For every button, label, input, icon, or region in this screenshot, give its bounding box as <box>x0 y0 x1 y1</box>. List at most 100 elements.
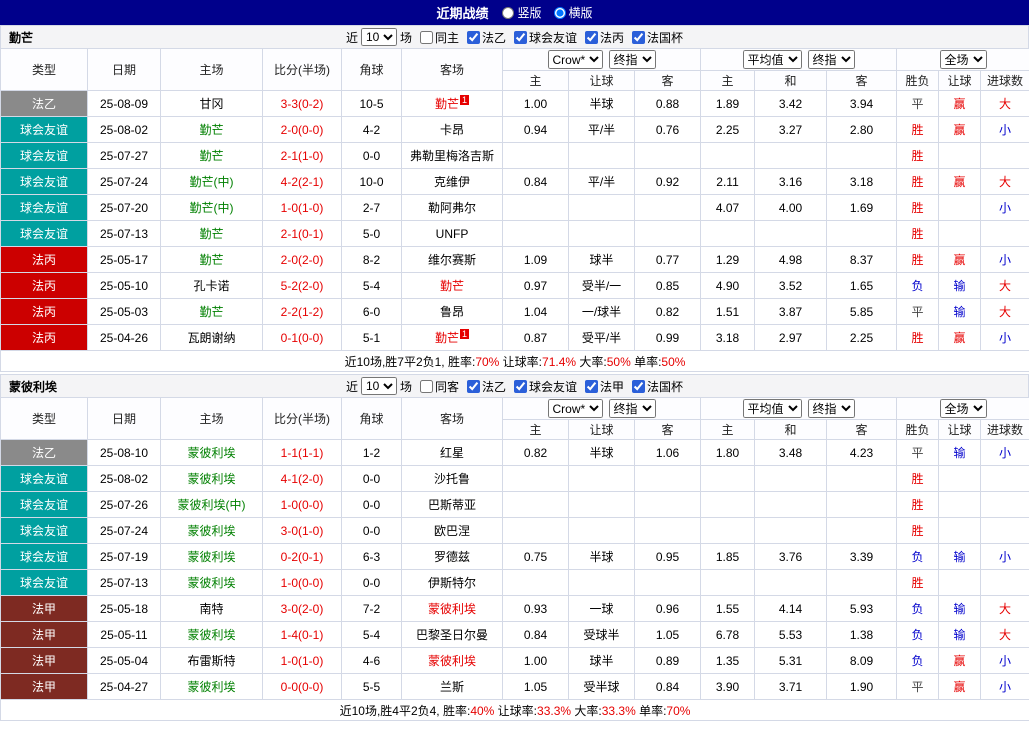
league-checkbox[interactable] <box>466 30 480 44</box>
away-team[interactable]: 弗勒里梅洛吉斯 <box>401 142 503 169</box>
vertical-layout-radio[interactable] <box>502 6 515 19</box>
league-checkbox[interactable] <box>514 30 527 44</box>
away-team[interactable]: 蒙彼利埃 <box>401 647 503 674</box>
match-score[interactable]: 1-0(1-0) <box>262 647 342 674</box>
league-checkbox[interactable] <box>585 30 599 44</box>
league-checkbox[interactable] <box>632 379 646 393</box>
match-score[interactable]: 0-1(0-0) <box>262 324 342 351</box>
away-team[interactable]: 欧巴涅 <box>401 517 503 544</box>
away-team[interactable]: 罗德兹 <box>401 543 503 570</box>
euro-away-odds: 1.69 <box>826 194 898 221</box>
match-score[interactable]: 4-2(2-1) <box>262 168 342 195</box>
horizontal-layout-radio[interactable] <box>553 6 566 19</box>
away-team[interactable]: 蒙彼利埃 <box>401 595 503 622</box>
league-checkbox[interactable] <box>514 379 527 393</box>
home-team[interactable]: 勤芒 <box>160 246 263 273</box>
asia-odds-source-select[interactable]: Crow* <box>547 50 603 69</box>
home-team[interactable]: 蒙彼利埃 <box>160 439 263 466</box>
league-checkbox[interactable] <box>585 379 599 393</box>
same-venue-checkbox[interactable] <box>419 30 433 44</box>
asia-odds-source-select[interactable]: Crow* <box>547 399 603 418</box>
corner-score: 0-0 <box>341 142 402 169</box>
match-score[interactable]: 2-1(0-1) <box>262 220 342 247</box>
euro-odds-time-select[interactable]: 终指 <box>807 50 855 69</box>
same-venue-filter[interactable]: 同主 <box>419 29 459 46</box>
match-count-select[interactable]: 10 <box>360 28 397 46</box>
asia-odds-time-select[interactable]: 终指 <box>608 399 656 418</box>
away-team[interactable]: 勤芒 1 <box>401 324 503 351</box>
away-team[interactable]: 沙托鲁 <box>401 465 503 492</box>
home-team[interactable]: 蒙彼利埃 <box>160 621 263 648</box>
away-team[interactable]: 伊斯特尔 <box>401 569 503 596</box>
match-date: 25-07-26 <box>87 491 161 518</box>
match-score[interactable]: 5-2(2-0) <box>262 272 342 299</box>
same-venue-filter[interactable]: 同客 <box>419 378 459 395</box>
match-score[interactable]: 4-1(2-0) <box>262 465 342 492</box>
league-filter-3[interactable]: 法国杯 <box>632 378 683 395</box>
league-filter-0[interactable]: 法乙 <box>466 378 506 395</box>
home-team[interactable]: 勤芒 <box>160 298 263 325</box>
league-filter-0[interactable]: 法乙 <box>466 29 506 46</box>
asia-odds-time-select[interactable]: 终指 <box>608 50 656 69</box>
home-team[interactable]: 勤芒 <box>160 142 263 169</box>
layout-option-horizontal[interactable]: 横版 <box>553 4 593 21</box>
home-team[interactable]: 勤芒 <box>160 220 263 247</box>
same-venue-checkbox[interactable] <box>419 379 433 393</box>
home-team[interactable]: 孔卡诺 <box>160 272 263 299</box>
result-scope-select[interactable]: 全场 <box>939 399 987 418</box>
home-team[interactable]: 蒙彼利埃 <box>160 569 263 596</box>
home-team[interactable]: 布雷斯特 <box>160 647 263 674</box>
away-team[interactable]: 巴黎圣日尔曼 <box>401 621 503 648</box>
home-team[interactable]: 勤芒 <box>160 116 263 143</box>
away-team[interactable]: 维尔赛斯 <box>401 246 503 273</box>
home-team[interactable]: 蒙彼利埃 <box>160 543 263 570</box>
home-team[interactable]: 蒙彼利埃 <box>160 465 263 492</box>
away-team[interactable]: 勒阿弗尔 <box>401 194 503 221</box>
euro-odds-source-select[interactable]: 平均值 <box>742 50 802 69</box>
home-team[interactable]: 勤芒(中) <box>160 168 263 195</box>
home-team[interactable]: 南特 <box>160 595 263 622</box>
away-team[interactable]: 勤芒 <box>401 272 503 299</box>
euro-odds-time-select[interactable]: 终指 <box>807 399 855 418</box>
home-team[interactable]: 瓦朗谢纳 <box>160 324 263 351</box>
match-score[interactable]: 1-4(0-1) <box>262 621 342 648</box>
match-score[interactable]: 2-0(2-0) <box>262 246 342 273</box>
away-team[interactable]: UNFP <box>401 220 503 247</box>
match-score[interactable]: 3-0(1-0) <box>262 517 342 544</box>
away-team[interactable]: 卡昂 <box>401 116 503 143</box>
league-checkbox[interactable] <box>466 379 480 393</box>
away-team[interactable]: 勤芒 1 <box>401 90 503 117</box>
match-score[interactable]: 1-0(1-0) <box>262 194 342 221</box>
layout-option-vertical[interactable]: 竖版 <box>502 4 542 21</box>
league-filter-2[interactable]: 法甲 <box>585 378 624 395</box>
home-team[interactable]: 蒙彼利埃 <box>160 673 263 700</box>
away-team[interactable]: 兰斯 <box>401 673 503 700</box>
match-score[interactable]: 2-2(1-2) <box>262 298 342 325</box>
home-team[interactable]: 甘冈 <box>160 90 263 117</box>
match-score[interactable]: 2-1(1-0) <box>262 142 342 169</box>
match-count-select[interactable]: 10 <box>360 377 397 395</box>
result-scope-select[interactable]: 全场 <box>939 50 987 69</box>
away-team[interactable]: 克维伊 <box>401 168 503 195</box>
match-score[interactable]: 2-0(0-0) <box>262 116 342 143</box>
match-score[interactable]: 0-0(0-0) <box>262 673 342 700</box>
match-score[interactable]: 1-0(0-0) <box>262 569 342 596</box>
away-team[interactable]: 鲁昂 <box>401 298 503 325</box>
euro-odds-source-select[interactable]: 平均值 <box>742 399 802 418</box>
match-score[interactable]: 3-3(0-2) <box>262 90 342 117</box>
league-checkbox[interactable] <box>632 30 646 44</box>
match-score[interactable]: 0-2(0-1) <box>262 543 342 570</box>
match-score[interactable]: 1-1(1-1) <box>262 439 342 466</box>
league-filter-1[interactable]: 球会友谊 <box>514 378 577 395</box>
home-team[interactable]: 蒙彼利埃(中) <box>160 491 263 518</box>
league-filter-2[interactable]: 法丙 <box>585 29 624 46</box>
home-team[interactable]: 勤芒(中) <box>160 194 263 221</box>
match-score[interactable]: 1-0(0-0) <box>262 491 342 518</box>
away-team[interactable]: 巴斯蒂亚 <box>401 491 503 518</box>
league-filter-3[interactable]: 法国杯 <box>632 29 683 46</box>
match-score[interactable]: 3-0(2-0) <box>262 595 342 622</box>
home-team[interactable]: 蒙彼利埃 <box>160 517 263 544</box>
summary-segment: 33.3% <box>537 703 572 718</box>
away-team[interactable]: 红星 <box>401 439 503 466</box>
league-filter-1[interactable]: 球会友谊 <box>514 29 577 46</box>
